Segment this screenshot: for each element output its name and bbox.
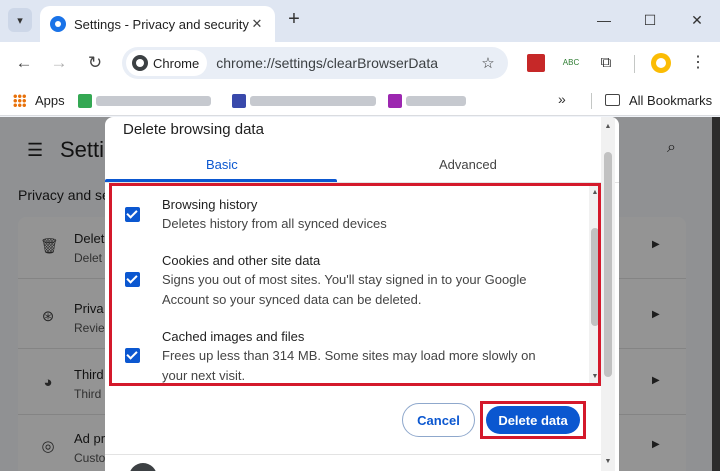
toolbar: ← → ↻ Chrome chrome://settings/clearBrow… <box>0 42 720 84</box>
bookmarks-bar: Apps » All Bookmarks <box>0 84 720 116</box>
delete-data-button[interactable]: Delete data <box>486 406 580 434</box>
bookmark-favicon <box>388 93 402 108</box>
address-bar[interactable]: Chrome chrome://settings/clearBrowserDat… <box>122 47 508 79</box>
item-title: Cached images and files <box>162 329 305 344</box>
avatar <box>129 463 157 471</box>
chrome-logo-icon <box>132 55 148 71</box>
close-tab-icon[interactable]: ✕ <box>249 16 265 32</box>
bookmark-star-icon[interactable]: ☆ <box>476 54 500 72</box>
tab-basic[interactable]: Basic <box>206 157 238 172</box>
item-title: Cookies and other site data <box>162 253 321 268</box>
all-bookmarks-button[interactable]: All Bookmarks <box>629 93 712 108</box>
reload-icon[interactable]: ↻ <box>83 51 107 75</box>
bookmark-item[interactable] <box>232 93 376 108</box>
cached-images-checkbox[interactable] <box>125 348 140 363</box>
delete-button-highlight: Delete data <box>480 401 586 439</box>
data-type-list: Browsing history Deletes history from al… <box>109 183 601 386</box>
forward-arrow-icon[interactable]: → <box>47 51 71 75</box>
scroll-down-arrow-icon[interactable]: ▼ <box>601 458 615 465</box>
back-arrow-icon[interactable]: ← <box>12 51 36 75</box>
browsing-history-checkbox[interactable] <box>125 207 140 222</box>
item-title: Browsing history <box>162 197 258 212</box>
bookmark-favicon <box>78 93 92 108</box>
site-info-chip[interactable]: Chrome <box>126 50 208 76</box>
profile-avatar-icon[interactable] <box>651 53 671 73</box>
chip-label: Chrome <box>153 55 200 71</box>
item-description: Frees up less than 314 MB. Some sites ma… <box>162 348 536 383</box>
more-bookmarks-button[interactable]: » <box>558 91 566 107</box>
apps-grid-icon[interactable] <box>13 94 26 107</box>
blurred-bookmark-label <box>406 95 466 106</box>
close-window-button[interactable]: ✕ <box>685 8 709 32</box>
item-description: Deletes history from all synced devices <box>162 216 387 231</box>
tab-settings[interactable]: Settings - Privacy and security ✕ <box>40 6 275 42</box>
blurred-bookmark-label <box>96 95 211 106</box>
tab-search-button[interactable]: ▾ <box>8 8 32 32</box>
maximize-button[interactable]: ☐ <box>638 8 662 32</box>
bookmark-item[interactable] <box>388 93 466 108</box>
list-scrollbar[interactable]: ▲ ▼ <box>589 186 598 383</box>
scroll-down-arrow-icon[interactable]: ▼ <box>589 373 598 380</box>
bookmarks-divider <box>591 93 592 109</box>
folder-icon <box>605 94 620 106</box>
more-menu-icon[interactable]: ⋮ <box>688 51 708 75</box>
apps-bookmark[interactable]: Apps <box>35 93 65 108</box>
chevron-down-icon: ▾ <box>17 14 23 27</box>
tab-advanced[interactable]: Advanced <box>439 157 497 172</box>
cookies-checkbox[interactable] <box>125 272 140 287</box>
toolbar-divider <box>634 55 635 73</box>
dialog-scrollbar[interactable]: ▲ ▼ <box>601 117 615 471</box>
extension-book-icon[interactable] <box>527 54 545 72</box>
url-text[interactable]: chrome://settings/clearBrowserData <box>216 55 476 71</box>
page-scrollbar[interactable] <box>712 117 720 471</box>
gear-icon <box>50 16 66 32</box>
tab-title: Settings - Privacy and security <box>74 16 249 32</box>
title-bar: ▾ Settings - Privacy and security ✕ + — … <box>0 0 720 42</box>
delete-browsing-data-dialog: Delete browsing data Basic Advanced Brow… <box>105 117 619 471</box>
scrollbar-thumb[interactable] <box>604 152 612 377</box>
new-tab-button[interactable]: + <box>284 9 304 29</box>
blurred-bookmark-label <box>250 95 376 106</box>
item-description: Signs you out of most sites. You'll stay… <box>162 272 527 307</box>
scrollbar-thumb[interactable] <box>591 228 598 326</box>
bookmark-item[interactable] <box>78 93 211 108</box>
minimize-button[interactable]: — <box>592 8 616 32</box>
extensions-puzzle-icon[interactable]: ⧉ <box>597 54 615 72</box>
extension-abc-icon[interactable]: ABC <box>562 54 580 72</box>
cancel-button[interactable]: Cancel <box>402 403 475 437</box>
dialog-divider <box>105 454 601 455</box>
scroll-up-arrow-icon[interactable]: ▲ <box>589 189 598 196</box>
scroll-up-arrow-icon[interactable]: ▲ <box>601 123 615 130</box>
dialog-title: Delete browsing data <box>123 121 264 138</box>
bookmark-favicon <box>232 93 246 108</box>
